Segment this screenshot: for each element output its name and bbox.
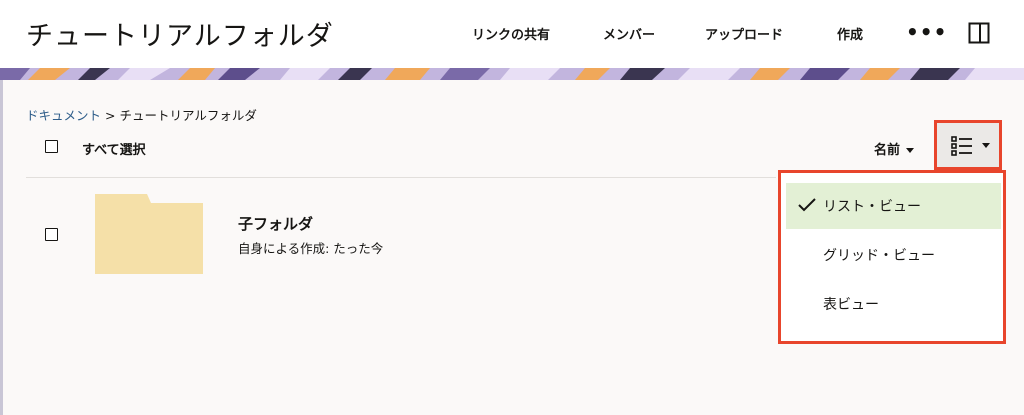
share-link-button[interactable]: リンクの共有: [472, 24, 550, 43]
list-view-icon: [951, 136, 972, 156]
row-checkbox[interactable]: [45, 228, 58, 241]
view-mode-menu: リスト・ビュー グリッド・ビュー 表ビュー: [778, 170, 1006, 344]
page-title: チュートリアルフォルダ: [26, 21, 334, 52]
view-mode-toggle[interactable]: [934, 120, 1002, 170]
members-button[interactable]: メンバー: [603, 24, 655, 43]
chevron-down-icon: [906, 148, 915, 153]
menu-item-label: リスト・ビュー: [823, 199, 921, 215]
breadcrumb-documents-link[interactable]: ドキュメント: [26, 108, 101, 123]
create-button[interactable]: 作成: [837, 24, 863, 43]
folder-name-link[interactable]: 子フォルダ: [238, 213, 313, 234]
decorative-banner: [0, 68, 1024, 80]
checkmark-icon: [798, 198, 816, 212]
chevron-down-icon: [982, 143, 990, 148]
more-actions-button[interactable]: •••: [906, 20, 947, 44]
menu-item-table-view[interactable]: 表ビュー: [786, 281, 1001, 327]
breadcrumb: ドキュメント > チュートリアルフォルダ: [26, 105, 257, 124]
select-all-checkbox[interactable]: [45, 140, 58, 153]
breadcrumb-current: チュートリアルフォルダ: [119, 108, 257, 123]
folder-meta: 自身による作成: たった今: [238, 241, 384, 256]
folder-icon[interactable]: [95, 194, 203, 274]
select-all-label: すべて選択: [82, 143, 146, 158]
menu-item-grid-view[interactable]: グリッド・ビュー: [786, 232, 1001, 278]
menu-item-label: グリッド・ビュー: [823, 248, 935, 264]
sort-label: 名前: [874, 143, 901, 158]
side-panel-icon[interactable]: [968, 22, 990, 44]
menu-item-list-view[interactable]: リスト・ビュー: [786, 183, 1001, 229]
sort-by-name-button[interactable]: 名前: [874, 139, 915, 158]
list-divider: [26, 177, 776, 178]
breadcrumb-separator: >: [105, 108, 116, 123]
upload-button[interactable]: アップロード: [705, 24, 783, 43]
page-header: チュートリアルフォルダ リンクの共有 メンバー アップロード 作成 •••: [0, 0, 1024, 68]
menu-item-label: 表ビュー: [823, 297, 879, 313]
